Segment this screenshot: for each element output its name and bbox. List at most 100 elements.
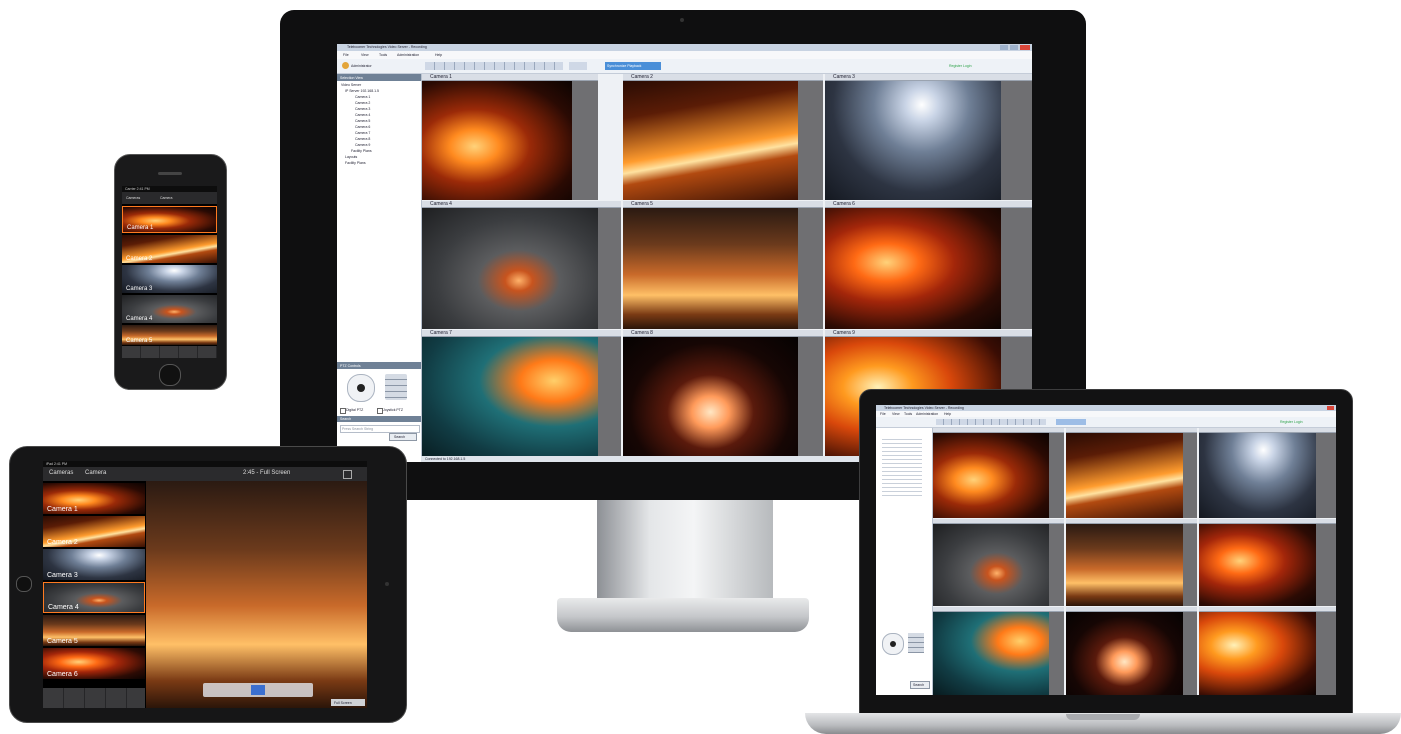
menu-help[interactable]: Help (435, 53, 442, 57)
camera-feed (825, 81, 1001, 200)
camera-tile-header: Camera 5 (623, 201, 823, 208)
camera-tile-header: Camera 3 (825, 74, 1032, 81)
search-button[interactable]: Search (389, 433, 417, 441)
camera-tile-header: Camera 2 (623, 74, 823, 81)
camera-tile-header: Camera 1 (422, 74, 598, 81)
monitor-camera-dot (680, 18, 684, 22)
tablet-camera-5[interactable]: Camera 5 (43, 615, 145, 646)
tablet-camera-3[interactable]: Camera 3 (43, 549, 145, 580)
tablet-camera-1[interactable]: Camera 1 (43, 483, 145, 514)
menu-file[interactable]: File (343, 53, 349, 57)
minimize-button[interactable] (1000, 45, 1008, 50)
laptop-camera-tile-9[interactable] (1199, 607, 1336, 695)
phone-tab[interactable]: Camera (160, 196, 172, 200)
camera-tile-header: Camera 7 (422, 330, 621, 337)
laptop-toolbar: Register Login (876, 417, 1336, 428)
tablet-tab-bar[interactable] (43, 688, 145, 708)
tablet-screen: iPad 2:41 PM Cameras Camera 2:45 - Full … (43, 461, 367, 708)
laptop-tree[interactable] (882, 436, 922, 496)
phone-screen: Carrier 2:41 PM Cameras Camera Camera 1 … (122, 186, 217, 358)
camera-feed (422, 81, 572, 200)
ptz-joystick[interactable] (347, 374, 375, 402)
camera-feed (422, 208, 598, 329)
laptop-sync-button[interactable] (1056, 419, 1086, 425)
laptop-notch (1066, 714, 1140, 720)
camera-tile-header: Camera 4 (422, 201, 621, 208)
sync-playback-button[interactable]: Synchronize Playback (605, 62, 661, 70)
ptz-panel-header: PTZ Controls (337, 362, 421, 369)
phone-nav-bar: Cameras Camera (122, 192, 217, 204)
phone-speaker (158, 172, 182, 175)
camera-tile-header: Camera 8 (623, 330, 823, 337)
camera-tile-4[interactable]: Camera 4 (422, 201, 621, 329)
camera-tile-6[interactable]: Camera 6 (825, 201, 1032, 329)
record-button[interactable] (569, 62, 587, 70)
camera-tree: Video Server IP Server 192.168.1.5 Camer… (341, 83, 419, 167)
phone-camera-4[interactable]: Camera 4 (122, 295, 217, 323)
full-screen-button[interactable]: Full Screen (331, 699, 365, 706)
tablet-camera-6[interactable]: Camera 6 (43, 648, 145, 679)
window-title: Teleboomer Technologies Video Server - R… (347, 45, 427, 49)
laptop-camera-tile-2[interactable] (1066, 428, 1197, 518)
laptop-camera-tile-5[interactable] (1066, 519, 1197, 606)
tablet-back-button[interactable]: Cameras (49, 470, 73, 476)
laptop-ptz-joystick[interactable] (882, 633, 904, 655)
monitor-stand-neck (597, 495, 773, 610)
expand-icon[interactable] (343, 470, 352, 479)
tablet-nav-bar: Cameras Camera 2:45 - Full Screen (43, 467, 367, 481)
menu-administration[interactable]: Administration (397, 53, 419, 57)
camera-feed (623, 337, 798, 462)
camera-feed (422, 337, 598, 462)
user-icon (342, 62, 349, 69)
maximize-button[interactable] (1010, 45, 1018, 50)
laptop-layout-buttons[interactable] (936, 419, 1046, 425)
laptop-camera-tile-6[interactable] (1199, 519, 1336, 606)
user-name: Administrator (351, 64, 372, 68)
sidebar: Selection View Video Server IP Server 19… (337, 74, 422, 462)
laptop-screen: Teleboomer Technologies Video Server - R… (876, 405, 1336, 695)
playback-controls[interactable] (203, 683, 313, 697)
camera-tile-1[interactable]: Camera 1 (422, 74, 598, 200)
window-titlebar: Teleboomer Technologies Video Server - R… (337, 44, 1032, 51)
laptop-register-link[interactable]: Register Login (1280, 420, 1303, 424)
tree-item[interactable]: Facility Plans (341, 161, 419, 167)
camera-tile-header: Camera 6 (825, 201, 1032, 208)
laptop-camera-tile-3[interactable] (1199, 428, 1336, 518)
tablet-camera-2[interactable]: Camera 2 (43, 516, 145, 547)
laptop-close-button[interactable] (1327, 406, 1334, 410)
menu-view[interactable]: View (361, 53, 369, 57)
camera-tile-5[interactable]: Camera 5 (623, 201, 823, 329)
camera-tile-2[interactable]: Camera 2 (623, 74, 823, 200)
camera-tile-8[interactable]: Camera 8 (623, 330, 823, 462)
laptop-zoom-buttons[interactable] (908, 633, 924, 653)
register-login-link[interactable]: Register Login (949, 64, 972, 68)
search-input[interactable]: Press Search String (340, 425, 420, 433)
menu-bar: File View Tools Administration Help (337, 51, 1032, 59)
tablet-main-feed[interactable] (146, 481, 367, 708)
tablet-home-button[interactable] (16, 576, 32, 592)
phone-camera-2[interactable]: Camera 2 (122, 235, 217, 263)
laptop-search-button[interactable]: Search (910, 681, 930, 689)
phone-home-button[interactable] (159, 364, 181, 386)
laptop-camera-tile-4[interactable] (933, 519, 1064, 606)
menu-tools[interactable]: Tools (379, 53, 387, 57)
phone-camera-3[interactable]: Camera 3 (122, 265, 217, 293)
phone-tab-bar[interactable] (122, 346, 217, 358)
phone-back-button[interactable]: Cameras (126, 196, 140, 200)
close-button[interactable] (1020, 45, 1030, 50)
phone-camera-1[interactable]: Camera 1 (122, 206, 217, 233)
tablet-title: Camera (85, 470, 107, 476)
play-pause-button[interactable] (251, 685, 265, 695)
tablet-camera-4[interactable]: Camera 4 (43, 582, 145, 613)
toolbar: Administrator Synchronize Playback Regis… (337, 59, 1032, 74)
laptop-camera-tile-1[interactable] (933, 428, 1064, 518)
camera-tile-7[interactable]: Camera 7 (422, 330, 621, 462)
phone-camera-5[interactable]: Camera 5 (122, 325, 217, 345)
ptz-zoom-buttons[interactable] (385, 374, 407, 400)
laptop-camera-tile-7[interactable] (933, 607, 1064, 695)
camera-feed (623, 208, 798, 329)
layout-buttons[interactable] (425, 62, 563, 70)
laptop-camera-tile-8[interactable] (1066, 607, 1197, 695)
ptz-center-button[interactable] (357, 384, 365, 392)
camera-tile-3[interactable]: Camera 3 (825, 74, 1032, 200)
